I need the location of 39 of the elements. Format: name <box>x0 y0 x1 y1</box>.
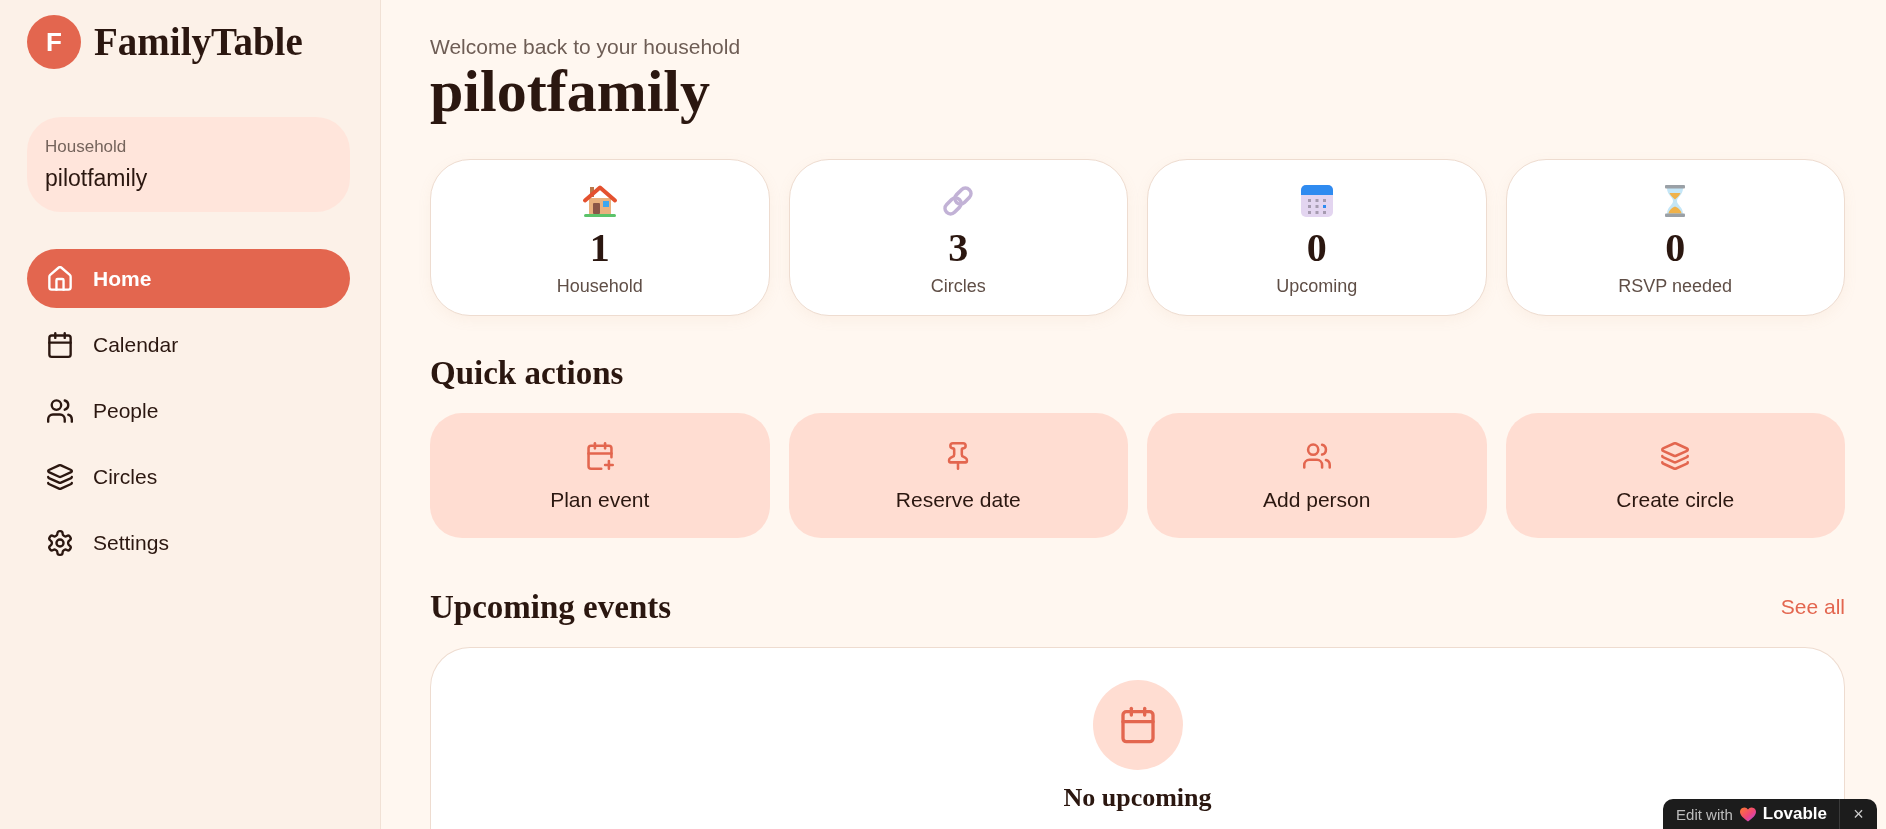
empty-state-title: No upcoming <box>1063 782 1212 814</box>
stat-label: Household <box>556 275 643 297</box>
stat-label: Circles <box>930 275 986 297</box>
stat-value: 0 <box>1665 226 1686 270</box>
stat-label: Upcoming <box>1276 275 1358 297</box>
layers-icon <box>1661 442 1690 470</box>
calendar-icon <box>1298 183 1335 219</box>
nav-item[interactable]: Settings <box>27 513 350 572</box>
home-icon <box>47 265 73 292</box>
calendar-icon <box>1092 680 1183 770</box>
section-heading: Upcoming events <box>430 588 672 627</box>
house-icon <box>581 183 618 219</box>
layers-icon <box>47 463 73 490</box>
stat-value: 3 <box>948 226 969 270</box>
quick-action-button[interactable]: Add person <box>1147 413 1487 538</box>
logo-initial: F <box>27 15 81 69</box>
people-icon <box>1302 442 1331 470</box>
stat-label: RSVP needed <box>1618 275 1733 297</box>
nav-item[interactable]: Calendar <box>27 315 350 374</box>
settings-icon <box>47 529 73 556</box>
household-name: pilotfamily <box>45 164 149 192</box>
nav-item[interactable]: Circles <box>27 447 350 506</box>
page-title: pilotfamily <box>430 60 711 122</box>
nav-item[interactable]: People <box>27 381 350 440</box>
quick-action-button[interactable]: Reserve date <box>788 413 1128 538</box>
calendar-plus-icon <box>585 442 614 470</box>
calendar-icon <box>47 331 73 358</box>
quick-action-button[interactable]: Plan event <box>430 413 770 538</box>
household-label: Household <box>45 136 128 158</box>
quick-action-button[interactable]: Create circle <box>1505 413 1845 538</box>
edit-with-link[interactable]: Edit with Lovable <box>1676 799 1839 829</box>
close-button[interactable]: × <box>1839 799 1877 829</box>
welcome-text: Welcome back to your household <box>430 34 742 60</box>
section-heading: Quick actions <box>430 354 625 393</box>
people-icon <box>47 397 73 424</box>
stat-value: 0 <box>1306 226 1327 270</box>
heart-icon <box>1739 806 1756 822</box>
app-name: FamilyTable <box>94 19 303 65</box>
stat-value: 1 <box>589 226 610 270</box>
